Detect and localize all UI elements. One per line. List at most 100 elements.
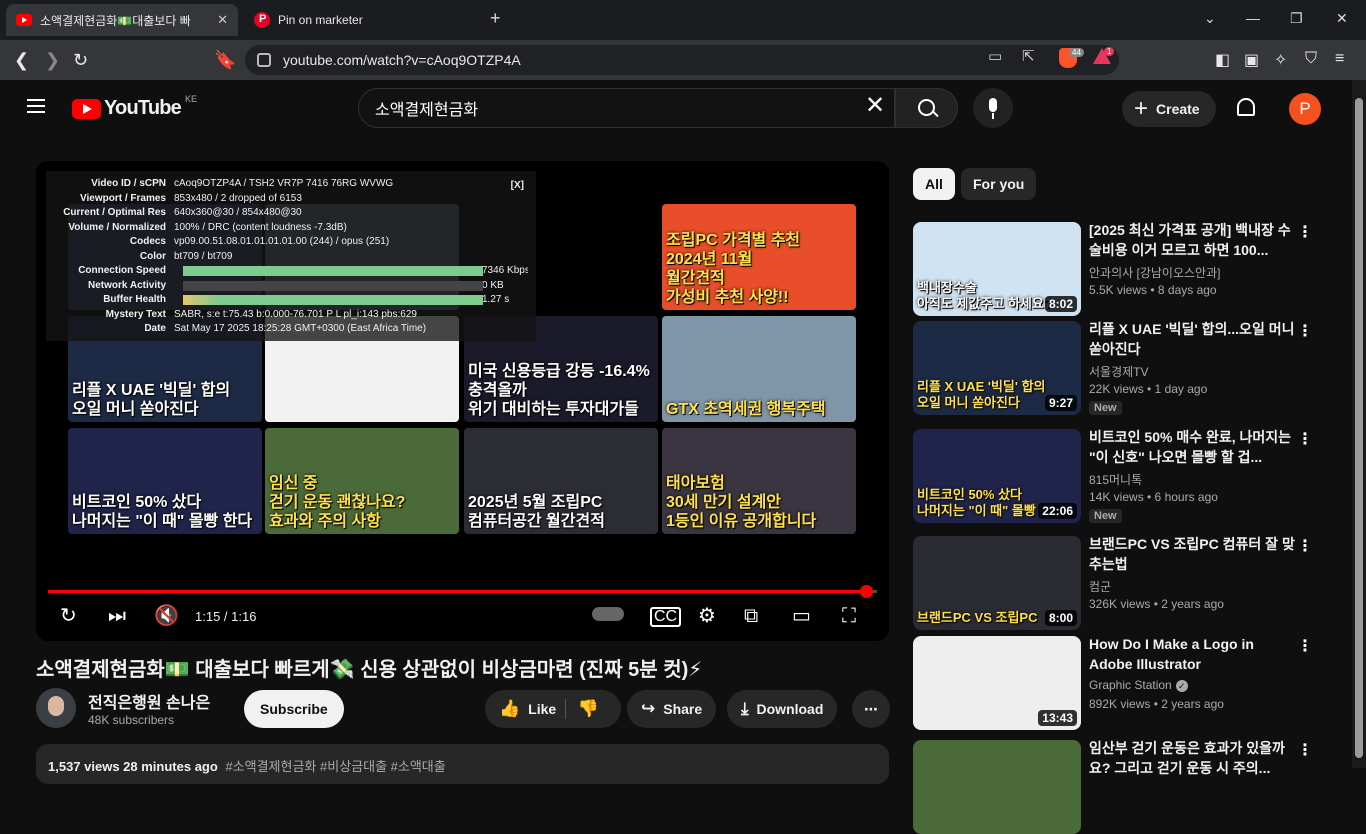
settings-gear-icon[interactable]: ⚙ bbox=[698, 604, 716, 628]
vpn-icon[interactable]: ⛉ bbox=[1305, 50, 1317, 68]
download-button[interactable]: ⤓ Download bbox=[727, 690, 838, 728]
voice-search-icon[interactable] bbox=[973, 88, 1013, 128]
more-vert-icon[interactable]: ⋮ bbox=[1297, 222, 1313, 242]
channel-label: 컴군 bbox=[1089, 580, 1112, 594]
endscreen-video-card[interactable]: 조립PC 가격별 추천 2024년 11월 월간견적 가성비 추천 사양!! bbox=[662, 204, 856, 310]
more-vert-icon[interactable]: ⋮ bbox=[1297, 429, 1313, 449]
video-thumbnail[interactable]: 백내장수술 아직도 제값주고 하세요? 8:02 bbox=[913, 222, 1081, 316]
recommended-video[interactable]: 브랜드PC VS 조립PC 8:00 브랜드PC VS 조립PC 컴퓨터 잘 맞추는… bbox=[913, 536, 1339, 630]
recommended-video[interactable]: 비트코인 50% 샀다 나머지는 "이 때" 몰빵 22:06 비트코인 50% 매… bbox=[913, 429, 1339, 523]
notifications-bell-icon[interactable] bbox=[1237, 98, 1255, 116]
stats-row: Color bt709 / bt709 bbox=[54, 250, 528, 265]
recommended-channel[interactable]: 815머니톡 bbox=[1089, 471, 1142, 488]
forward-icon[interactable]: ❯ bbox=[45, 50, 60, 70]
maximize-icon[interactable]: ❐ bbox=[1290, 10, 1303, 27]
search-input[interactable]: 소액결제현금화 bbox=[358, 88, 895, 128]
recommended-title[interactable]: 리플 X UAE '빅딜' 합의...오일 머니 쏟아진다 bbox=[1089, 319, 1297, 359]
url-text: youtube.com/watch?v=cAoq9OTZP4A bbox=[283, 52, 521, 68]
video-thumbnail[interactable]: 리플 X UAE '빅딜' 합의 오일 머니 쏟아진다 9:27 bbox=[913, 321, 1081, 415]
hashtags[interactable]: #소액결제현금화 #비상금대출 #소액대출 bbox=[225, 759, 445, 774]
close-window-icon[interactable]: ✕ bbox=[1336, 10, 1348, 27]
recommended-title[interactable]: 임산부 걷기 운동은 효과가 있을까요? 그리고 걷기 운동 시 주의... bbox=[1089, 738, 1297, 778]
cast-icon[interactable]: ▭ bbox=[988, 47, 1002, 65]
next-icon[interactable]: ⏭ bbox=[108, 604, 126, 628]
recommended-video[interactable]: 리플 X UAE '빅딜' 합의 오일 머니 쏟아진다 9:27 리플 X UAE … bbox=[913, 321, 1339, 415]
endscreen-video-card[interactable]: 비트코인 50% 샀다 나머지는 "이 때" 몰빵 한다 bbox=[68, 428, 262, 534]
bookmark-icon[interactable]: 🔖 bbox=[214, 50, 236, 70]
browser-toolbar: ❮ ❯ ↻ 🔖 youtube.com/watch?v=cAoq9OTZP4A … bbox=[0, 40, 1366, 80]
video-thumbnail[interactable]: 브랜드PC VS 조립PC 8:00 bbox=[913, 536, 1081, 630]
stats-close-button[interactable]: [X] bbox=[511, 180, 524, 191]
tab-youtube[interactable]: 소액결제현금화💵대출보다 빠 ✕ bbox=[6, 4, 238, 36]
recommended-channel[interactable]: 컴군 bbox=[1089, 578, 1111, 595]
endscreen-video-card[interactable]: 임신 중 걷기 운동 괜찮나요? 효과와 주의 사항 bbox=[265, 428, 459, 534]
more-vert-icon[interactable]: ⋮ bbox=[1297, 536, 1313, 556]
reload-icon[interactable]: ↻ bbox=[73, 50, 88, 70]
duration-badge: 8:02 bbox=[1044, 296, 1077, 312]
endscreen-video-card[interactable]: GTX 초역세권 행복주택 bbox=[662, 316, 856, 422]
youtube-play-icon bbox=[72, 98, 101, 119]
new-tab-button[interactable]: + bbox=[490, 8, 501, 29]
wallet-icon[interactable]: ▣ bbox=[1244, 50, 1259, 70]
like-button[interactable]: 👍 Like 👎 bbox=[485, 690, 621, 728]
recommended-channel[interactable]: 안과의사 [강남이오스안과] bbox=[1089, 264, 1220, 281]
channel-avatar[interactable] bbox=[36, 688, 76, 728]
share-button[interactable]: ↪ Share bbox=[627, 690, 717, 728]
chip-all[interactable]: All bbox=[913, 168, 955, 200]
site-settings-icon[interactable] bbox=[257, 53, 271, 67]
captions-icon[interactable]: CC bbox=[650, 607, 682, 627]
recommended-video[interactable]: 백내장수술 아직도 제값주고 하세요? 8:02 [2025 최신 가격표 공개] … bbox=[913, 222, 1339, 316]
fullscreen-icon[interactable]: ⛶ bbox=[842, 604, 856, 628]
description-box[interactable]: 1,537 views 28 minutes ago #소액결제현금화 #비상금… bbox=[36, 744, 889, 784]
clear-search-icon[interactable]: ✕ bbox=[865, 94, 885, 118]
menu-icon[interactable]: ≡ bbox=[1335, 50, 1344, 68]
page-scrollbar[interactable] bbox=[1352, 80, 1366, 768]
recommended-channel[interactable]: 서울경제TV bbox=[1089, 363, 1149, 380]
browser-tab-bar: 소액결제현금화💵대출보다 빠 ✕ Pin on marketer + ⌄ — ❐… bbox=[0, 0, 1366, 40]
endscreen-video-card[interactable]: 2025년 5월 조립PC 컴퓨터공간 월간견적 bbox=[464, 428, 658, 534]
endscreen-video-card[interactable]: 태아보험 30세 만기 설계안 1등인 이유 공개합니다 bbox=[662, 428, 856, 534]
guide-menu-icon[interactable] bbox=[27, 99, 45, 113]
more-vert-icon[interactable]: ⋮ bbox=[1297, 740, 1313, 760]
video-player[interactable]: 조립PC 가격별 추천 2024년 11월 월간견적 가성비 추천 사양!! 리플… bbox=[36, 161, 889, 641]
sidebar-icon[interactable]: ◧ bbox=[1215, 50, 1230, 70]
thumbs-down-icon[interactable]: 👎 bbox=[564, 699, 599, 719]
replay-icon[interactable]: ↻ bbox=[60, 604, 77, 628]
tab-pinterest[interactable]: Pin on marketer bbox=[244, 4, 474, 36]
recommended-title[interactable]: How Do I Make a Logo in Adobe Illustrato… bbox=[1089, 634, 1297, 674]
scrollbar-thumb[interactable] bbox=[1355, 98, 1363, 758]
theater-mode-icon[interactable]: ▭ bbox=[792, 604, 811, 628]
recommended-title[interactable]: 비트코인 50% 매수 완료, 나머지는 "이 신호" 나오면 몰빵 할 겁..… bbox=[1089, 427, 1297, 467]
tab-search-icon[interactable]: ⌄ bbox=[1204, 10, 1216, 27]
youtube-logo[interactable]: YouTube KE bbox=[72, 94, 197, 120]
more-actions-button[interactable]: ⋯ bbox=[852, 690, 890, 728]
chip-for-you[interactable]: For you bbox=[961, 168, 1037, 200]
create-button[interactable]: + Create bbox=[1122, 91, 1216, 127]
recommended-title[interactable]: 브랜드PC VS 조립PC 컴퓨터 잘 맞추는법 bbox=[1089, 534, 1297, 574]
more-vert-icon[interactable]: ⋮ bbox=[1297, 636, 1313, 656]
back-icon[interactable]: ❮ bbox=[14, 50, 29, 70]
video-thumbnail[interactable] bbox=[913, 740, 1081, 834]
progress-bar[interactable] bbox=[48, 585, 877, 598]
video-thumbnail[interactable]: 비트코인 50% 샀다 나머지는 "이 때" 몰빵 22:06 bbox=[913, 429, 1081, 523]
subscribe-button[interactable]: Subscribe bbox=[244, 690, 344, 728]
video-thumbnail[interactable]: 13:43 bbox=[913, 636, 1081, 730]
recommended-channel[interactable]: Graphic Station ✓ bbox=[1089, 678, 1188, 692]
recommended-title[interactable]: [2025 최신 가격표 공개] 백내장 수술비용 이거 모르고 하면 100.… bbox=[1089, 220, 1297, 260]
recommended-video[interactable]: 13:43 How Do I Make a Logo in Adobe Illus… bbox=[913, 636, 1339, 730]
leo-ai-icon[interactable]: ✧ bbox=[1274, 50, 1287, 70]
scrubber-handle[interactable] bbox=[860, 585, 874, 598]
recommended-video[interactable]: 임산부 걷기 운동은 효과가 있을까요? 그리고 걷기 운동 시 주의... ⋮ bbox=[913, 740, 1339, 834]
miniplayer-icon[interactable]: ⧉ bbox=[744, 604, 758, 628]
youtube-header: YouTube KE 소액결제현금화 ✕ + Create P bbox=[0, 80, 1352, 136]
more-vert-icon[interactable]: ⋮ bbox=[1297, 321, 1313, 341]
mute-icon[interactable]: 🔇 bbox=[154, 604, 179, 628]
share-page-icon[interactable]: ⇱ bbox=[1022, 47, 1035, 65]
autoplay-toggle[interactable] bbox=[592, 607, 624, 621]
account-avatar[interactable]: P bbox=[1289, 93, 1321, 125]
channel-name[interactable]: 전직은행원 손나은 bbox=[88, 689, 210, 713]
tab-close-icon[interactable]: ✕ bbox=[217, 12, 228, 28]
stats-key: Color bbox=[139, 250, 166, 262]
search-button[interactable] bbox=[895, 88, 958, 128]
minimize-icon[interactable]: — bbox=[1246, 10, 1260, 26]
